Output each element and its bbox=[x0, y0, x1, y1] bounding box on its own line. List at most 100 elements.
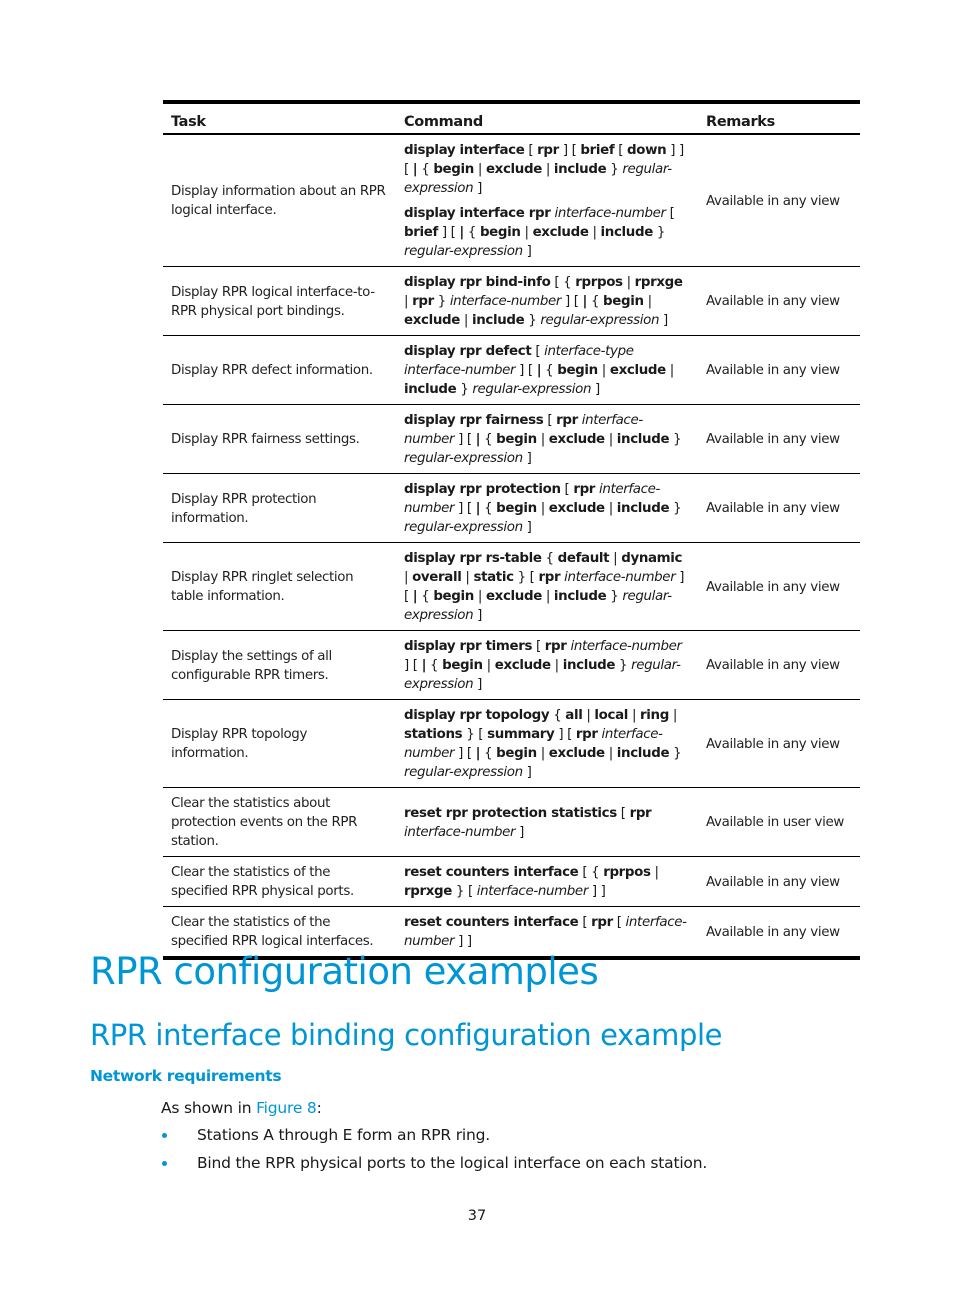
syntax-text: } bbox=[652, 225, 666, 240]
syntax-text: | bbox=[460, 313, 472, 328]
document-page: Task Command Remarks Display information… bbox=[0, 0, 954, 1296]
command-table: Task Command Remarks Display information… bbox=[163, 100, 860, 960]
keyword: begin bbox=[433, 162, 474, 177]
keyword: exclude bbox=[494, 658, 551, 673]
keyword: brief bbox=[404, 225, 438, 240]
table-row: Display the settings of all configurable… bbox=[163, 630, 860, 700]
list-item-text: Bind the RPR physical ports to the logic… bbox=[197, 1154, 708, 1172]
syntax-text: { bbox=[480, 501, 497, 516]
argument: interface-number bbox=[554, 206, 666, 221]
syntax-text: | bbox=[461, 570, 474, 585]
syntax-text: ] [ bbox=[558, 143, 581, 158]
remarks-cell: Available in any view bbox=[698, 473, 860, 543]
syntax-text: } bbox=[606, 589, 623, 604]
command-cell: display interface [ rpr ] [ brief [ down… bbox=[396, 134, 698, 267]
keyword: begin bbox=[603, 294, 644, 309]
syntax-text: | bbox=[520, 225, 533, 240]
argument: regular-expression bbox=[404, 765, 523, 780]
keyword: reset rpr protection statistics bbox=[404, 805, 617, 821]
syntax-text: ] bbox=[515, 824, 524, 840]
table-row: Display RPR topology information. display… bbox=[163, 699, 860, 788]
argument: interface-number bbox=[449, 294, 562, 309]
list-item-text: Stations A through E form an RPR ring. bbox=[197, 1126, 490, 1144]
syntax-text: [ { bbox=[550, 275, 576, 290]
syntax-text: | bbox=[473, 162, 486, 177]
syntax-text: | bbox=[404, 294, 413, 309]
syntax-text: | bbox=[404, 570, 413, 585]
syntax-text: { bbox=[587, 294, 604, 309]
syntax-text: | bbox=[668, 708, 678, 723]
syntax-text: } bbox=[615, 658, 632, 673]
keyword: display rpr bind-info bbox=[404, 275, 551, 290]
keyword: overall bbox=[412, 570, 462, 585]
remarks-cell: Available in any view bbox=[698, 404, 860, 474]
command-syntax: display rpr protection [ rpr interface-n… bbox=[404, 480, 690, 537]
keyword: include bbox=[553, 589, 607, 604]
syntax-text: | bbox=[541, 162, 554, 177]
syntax-text: | bbox=[536, 432, 549, 447]
syntax-text: [ bbox=[612, 915, 626, 930]
syntax-text: ] bbox=[591, 382, 600, 397]
syntax-text: { bbox=[463, 225, 480, 240]
header-remarks: Remarks bbox=[698, 100, 860, 135]
task-cell: Display RPR ringlet selection table info… bbox=[163, 542, 396, 631]
keyword: include bbox=[404, 382, 457, 397]
syntax-text: | bbox=[604, 746, 617, 761]
command-cell: display rpr bind-info [ { rprpos | rprxg… bbox=[396, 266, 698, 336]
section-title: RPR configuration examples bbox=[90, 950, 599, 993]
syntax-text: | bbox=[628, 708, 641, 723]
argument: regular-expression bbox=[472, 382, 592, 397]
command-syntax: display interface [ rpr ] [ brief [ down… bbox=[404, 141, 690, 198]
syntax-text: | bbox=[536, 746, 549, 761]
table-header-row: Task Command Remarks bbox=[163, 100, 860, 135]
keyword: display rpr protection bbox=[404, 482, 561, 497]
syntax-text: ] bbox=[522, 520, 532, 535]
keyword: begin bbox=[479, 225, 521, 240]
intro-suffix: : bbox=[316, 1099, 322, 1117]
table-row: Display RPR protection information. displ… bbox=[163, 473, 860, 543]
syntax-text: ] [ bbox=[437, 225, 460, 240]
syntax-text: ] bbox=[522, 765, 532, 780]
task-cell: Clear the statistics of the specified RP… bbox=[163, 856, 396, 907]
command-syntax: display rpr defect [ interface-type inte… bbox=[404, 342, 690, 399]
command-cell: reset counters interface [ { rprpos | rp… bbox=[396, 856, 698, 907]
keyword: display rpr topology bbox=[404, 708, 550, 723]
keyword: rpr bbox=[575, 727, 598, 742]
keyword: begin bbox=[557, 363, 598, 378]
task-cell: Clear the statistics about protection ev… bbox=[163, 787, 396, 857]
table-row: Display RPR fairness settings. display rp… bbox=[163, 404, 860, 474]
requirements-heading: Network requirements bbox=[90, 1067, 282, 1085]
remarks-cell: Available in any view bbox=[698, 335, 860, 405]
keyword: rpr bbox=[556, 413, 578, 428]
syntax-text: [ bbox=[560, 482, 574, 497]
header-command: Command bbox=[396, 100, 698, 135]
keyword: reset counters interface bbox=[404, 865, 579, 880]
keyword: rpr bbox=[538, 570, 561, 585]
syntax-text: | bbox=[650, 865, 660, 880]
keyword: ring bbox=[640, 708, 669, 723]
syntax-text: { bbox=[480, 432, 497, 447]
syntax-text: | bbox=[604, 432, 617, 447]
keyword: exclude bbox=[404, 313, 460, 328]
keyword: stations bbox=[404, 727, 463, 742]
keyword: dynamic bbox=[621, 551, 683, 566]
command-syntax: reset counters interface [ rpr [ interfa… bbox=[404, 913, 690, 951]
keyword: local bbox=[594, 708, 629, 723]
syntax-text: [ bbox=[524, 143, 538, 158]
figure-link[interactable]: Figure 8 bbox=[256, 1099, 317, 1117]
syntax-text: ] [ bbox=[454, 501, 476, 516]
keyword: include bbox=[562, 658, 616, 673]
syntax-text: ] bbox=[473, 608, 483, 623]
syntax-text: ] [ bbox=[454, 746, 476, 761]
keyword: reset counters interface bbox=[404, 915, 579, 930]
bullet-icon bbox=[162, 1133, 167, 1138]
subsection-title: RPR interface binding configuration exam… bbox=[90, 1018, 723, 1052]
syntax-text: { bbox=[480, 746, 497, 761]
requirements-list: Stations A through E form an RPR ring. B… bbox=[161, 1126, 707, 1182]
keyword: exclude bbox=[548, 746, 605, 761]
keyword: display interface rpr bbox=[404, 206, 551, 221]
command-syntax: display rpr bind-info [ { rprpos | rprxg… bbox=[404, 273, 690, 330]
keyword: rprxge bbox=[634, 275, 683, 290]
task-cell: Display information about an RPR logical… bbox=[163, 134, 396, 267]
syntax-text: ] [ bbox=[561, 294, 583, 309]
